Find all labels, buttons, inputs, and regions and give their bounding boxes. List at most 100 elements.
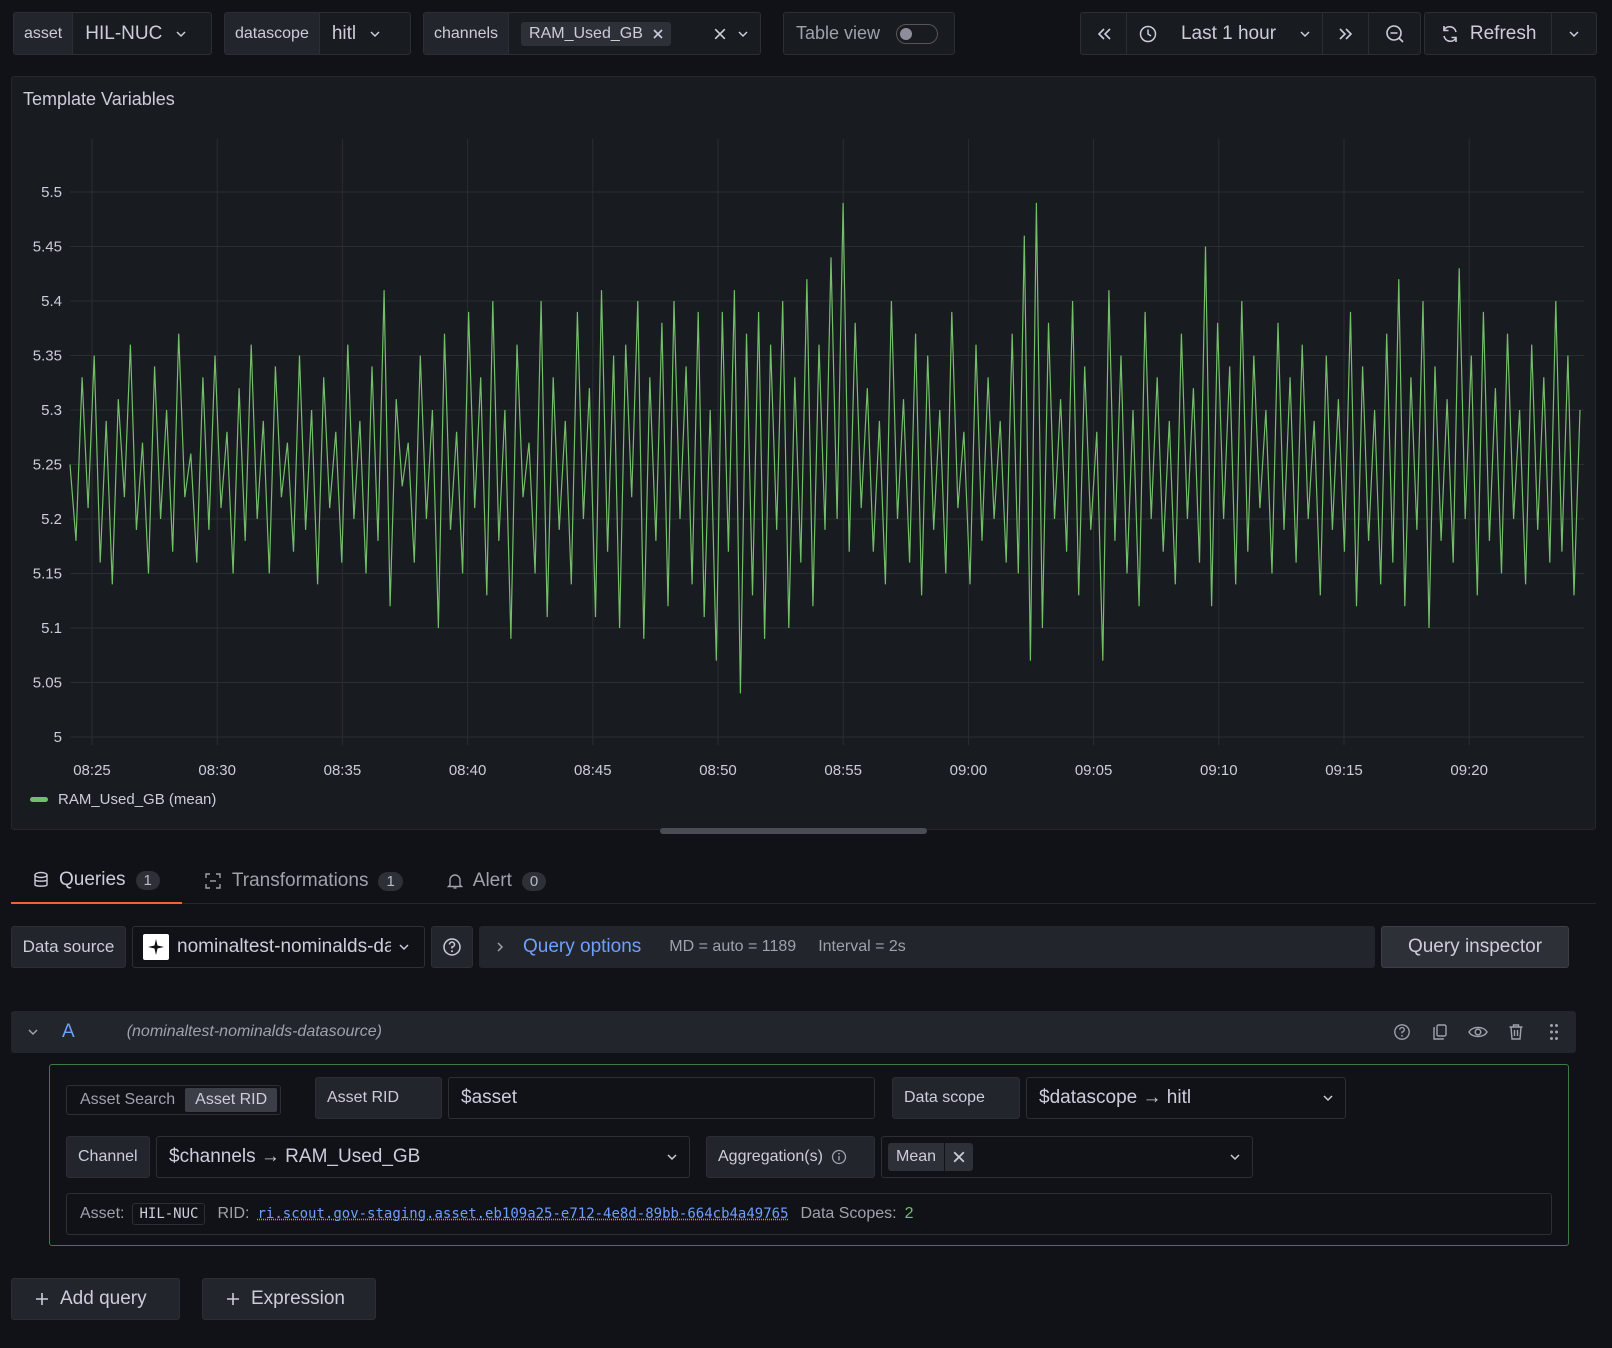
add-query-button[interactable]: Add query — [11, 1278, 180, 1320]
aggregation-label: Aggregation(s) — [706, 1136, 875, 1178]
add-expression-button[interactable]: Expression — [202, 1278, 376, 1320]
datasource-logo-icon — [143, 934, 169, 960]
time-picker-group: Last 1 hour — [1080, 12, 1421, 55]
transform-icon — [205, 873, 221, 889]
time-shift-forward-button[interactable] — [1323, 13, 1369, 54]
time-shift-back-button[interactable] — [1081, 13, 1127, 54]
database-icon — [34, 871, 48, 887]
tab-queries-label: Queries — [59, 869, 126, 890]
query-inspector-button[interactable]: Query inspector — [1381, 926, 1569, 968]
datascope-value: $datascope → hitl — [1039, 1087, 1192, 1108]
query-row-header[interactable]: A (nominaltest-nominalds-datasource) — [11, 1011, 1576, 1053]
variable-datascope[interactable]: datascope hitl — [224, 12, 411, 55]
clock-icon — [1139, 25, 1157, 42]
chevron-down-icon — [1300, 30, 1310, 37]
asset-rid-label: Asset RID — [315, 1077, 442, 1119]
asset-mode-search[interactable]: Asset Search — [70, 1088, 185, 1112]
plus-icon — [227, 1293, 239, 1305]
data-scopes-count: 2 — [904, 1205, 914, 1222]
delete-query-button[interactable] — [1506, 1022, 1526, 1042]
channel-label: Channel — [66, 1136, 150, 1178]
chevron-down-icon — [1569, 30, 1579, 37]
datasource-label: Data source — [11, 926, 126, 968]
tab-alert-label: Alert — [472, 870, 512, 891]
add-expression-label: Expression — [251, 1288, 345, 1309]
zoom-out-button[interactable] — [1369, 13, 1420, 54]
double-chevron-right-icon — [1338, 27, 1352, 40]
chevron-down-icon — [370, 30, 380, 37]
variable-asset[interactable]: asset HIL-NUC — [13, 12, 212, 55]
x-tick-label: 08:55 — [824, 762, 862, 777]
toggle-visibility-button[interactable] — [1468, 1022, 1488, 1042]
panel-resize-handle[interactable] — [660, 828, 927, 834]
x-tick-label: 08:40 — [449, 762, 487, 777]
y-tick-label: 5.4 — [41, 293, 62, 310]
asset-mode-rid[interactable]: Asset RID — [185, 1088, 278, 1112]
refresh-group: Refresh — [1424, 12, 1597, 55]
query-ref-id[interactable]: A — [62, 1021, 75, 1043]
x-tick-label: 08:25 — [73, 762, 111, 777]
asset-info: Asset: HIL-NUC RID: ri.scout.gov-staging… — [66, 1193, 1552, 1235]
drag-handle[interactable] — [1544, 1022, 1564, 1042]
variable-asset-select[interactable]: HIL-NUC — [73, 23, 198, 45]
chevron-down-icon — [399, 944, 409, 951]
rid-label: RID: — [217, 1205, 250, 1222]
datascope-select[interactable]: $datascope → hitl — [1026, 1077, 1346, 1119]
duplicate-query-button[interactable] — [1430, 1022, 1450, 1042]
question-circle-icon — [1394, 1024, 1410, 1040]
datascope-label: Data scope — [892, 1077, 1020, 1119]
chevron-down-icon[interactable] — [27, 1027, 39, 1037]
table-view-toggle[interactable] — [896, 23, 939, 44]
y-tick-label: 5.1 — [41, 620, 62, 637]
tab-queries[interactable]: Queries 1 — [11, 858, 182, 904]
clear-icon[interactable] — [714, 28, 726, 40]
variable-datascope-select[interactable]: hitl — [320, 23, 392, 45]
variable-datascope-label: datascope — [225, 13, 320, 54]
legend-swatch — [30, 797, 48, 802]
tab-alert-count: 0 — [521, 871, 547, 891]
data-scopes-label: Data Scopes: — [800, 1205, 897, 1222]
time-range-picker[interactable]: Last 1 hour — [1127, 13, 1323, 54]
tab-alert[interactable]: Alert 0 — [425, 858, 568, 904]
x-tick-label: 08:30 — [198, 762, 236, 777]
tab-transformations[interactable]: Transformations 1 — [182, 858, 425, 904]
query-options-label: Query options — [523, 936, 642, 957]
y-tick-label: 5.35 — [33, 348, 62, 365]
query-options[interactable]: Query options MD = auto = 1189 Interval … — [479, 926, 1375, 968]
x-axis-ticks: 08:25 08:30 08:35 08:40 08:45 08:50 08:55 09:00… — [73, 762, 1488, 777]
remove-aggregation-button[interactable] — [944, 1143, 973, 1171]
zoom-out-icon — [1385, 24, 1404, 43]
y-tick-label: 5.15 — [33, 566, 62, 583]
channel-select[interactable]: $channels → RAM_Used_GB — [156, 1136, 690, 1178]
chart[interactable]: 5 5.05 5.1 5.15 5.2 5.25 5.3 5.35 5.4 5.45 5.5 08:… — [12, 77, 1595, 777]
close-icon — [953, 1151, 965, 1163]
trash-icon — [1509, 1024, 1523, 1040]
query-help-button[interactable] — [1392, 1022, 1412, 1042]
refresh-interval-dropdown[interactable] — [1552, 13, 1596, 54]
asset-info-label: Asset: — [80, 1205, 125, 1222]
refresh-button[interactable]: Refresh — [1425, 13, 1553, 54]
datasource-help-button[interactable] — [431, 926, 473, 968]
x-tick-label: 09:05 — [1075, 762, 1113, 777]
chevron-down-icon — [176, 30, 186, 37]
series-line — [69, 202, 1581, 694]
variable-channels-select[interactable]: RAM_Used_GB — [509, 21, 760, 46]
query-options-md: MD = auto = 1189 — [669, 938, 797, 955]
question-circle-icon — [443, 938, 461, 956]
variable-channels[interactable]: channels RAM_Used_GB — [423, 12, 761, 55]
rid-link[interactable]: ri.scout.gov-staging.asset.eb109a25-e712… — [257, 1206, 788, 1222]
aggregation-select[interactable]: Mean — [881, 1136, 1253, 1178]
datasource-picker[interactable]: nominaltest-nominalds-datasource — [132, 926, 425, 968]
close-icon[interactable] — [653, 28, 663, 39]
asset-rid-input[interactable]: $asset — [448, 1077, 875, 1119]
aggregation-label-text: Aggregation(s) — [718, 1148, 823, 1165]
x-tick-label: 09:00 — [950, 762, 988, 777]
y-axis-ticks: 5 5.05 5.1 5.15 5.2 5.25 5.3 5.35 5.4 5.45 5.5 — [33, 184, 62, 746]
legend-item[interactable]: RAM_Used_GB (mean) — [30, 791, 216, 808]
asset-mode-toggle: Asset Search Asset RID — [66, 1085, 282, 1115]
info-icon[interactable] — [831, 1149, 847, 1165]
copy-icon — [1433, 1024, 1447, 1040]
legend-label: RAM_Used_GB (mean) — [58, 791, 217, 808]
table-view-switch[interactable]: Table view — [783, 12, 955, 55]
x-tick-label: 09:20 — [1450, 762, 1488, 777]
